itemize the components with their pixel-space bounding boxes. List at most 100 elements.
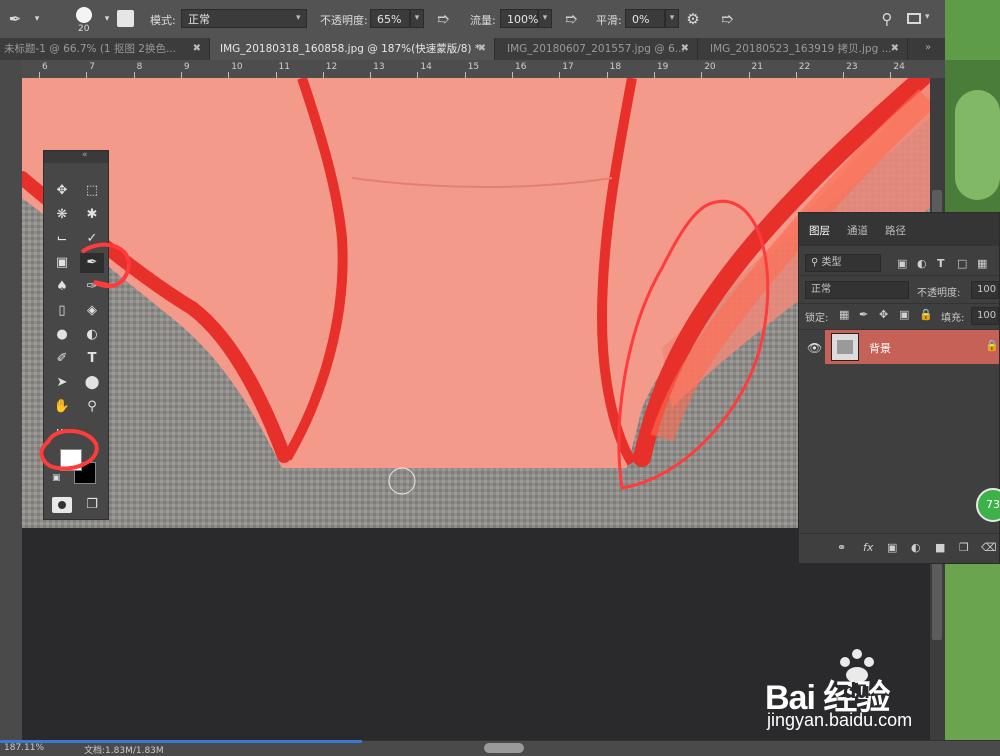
- ruler-tick-label: 19: [656, 62, 669, 72]
- ruler-tick-label: 7: [89, 62, 96, 72]
- smoothing-input[interactable]: 0%: [625, 9, 665, 28]
- tab-document-4[interactable]: IMG_20180523_163919 拷贝.jpg ... ✖: [698, 38, 908, 60]
- lock-all-icon[interactable]: 🔒: [919, 308, 933, 321]
- fill-input[interactable]: 100: [971, 307, 999, 325]
- airbrush-icon[interactable]: ➱: [560, 8, 582, 30]
- workspace-icon[interactable]: [907, 13, 921, 24]
- tab-label: IMG_20180607_201557.jpg @ 6...: [507, 43, 685, 55]
- link-layers-icon[interactable]: ⚭: [837, 541, 846, 554]
- tab-label: IMG_20180523_163919 拷贝.jpg ...: [710, 43, 892, 55]
- filter-type-label: 类型: [821, 257, 842, 268]
- notification-badge[interactable]: 73: [976, 488, 1000, 522]
- ruler-tick-label: 14: [420, 62, 432, 72]
- opacity-dropdown[interactable]: ▾: [410, 9, 424, 28]
- lock-transparent-icon[interactable]: ▦: [839, 308, 849, 321]
- progress-bar: [0, 740, 362, 743]
- tools-panel-header[interactable]: «: [44, 150, 108, 163]
- ruler-tick-label: 21: [751, 62, 763, 72]
- tab-label: IMG_20180318_160858.jpg @ 187%(快速蒙版/8) *: [220, 43, 481, 55]
- lock-icon: 🔒: [985, 339, 999, 352]
- folder-icon[interactable]: ■: [935, 541, 945, 554]
- ruler-tick-label: 18: [609, 62, 622, 72]
- shape-filter-icon[interactable]: □: [957, 257, 967, 270]
- screen-mode-icon[interactable]: ❐: [80, 495, 104, 515]
- quick-mask-button[interactable]: [52, 497, 72, 513]
- collapse-icon[interactable]: «: [82, 150, 88, 160]
- magic-wand-icon[interactable]: ✱: [80, 205, 104, 225]
- close-icon[interactable]: ✖: [478, 38, 486, 60]
- layer-opacity-input[interactable]: 100: [971, 281, 999, 299]
- lock-artboard-icon[interactable]: ▣: [899, 308, 909, 321]
- flow-input[interactable]: 100%: [500, 9, 538, 28]
- pixel-filter-icon[interactable]: ▣: [897, 257, 907, 270]
- brush-panel-toggle[interactable]: [117, 10, 134, 27]
- marquee-tool-icon[interactable]: ⬚: [80, 181, 104, 201]
- tab-paths[interactable]: 路径: [885, 223, 906, 238]
- annotation-overlay: [39, 242, 131, 471]
- zoom-level[interactable]: 187.11%: [4, 743, 44, 753]
- ruler-tick-label: 23: [846, 62, 858, 72]
- mode-select[interactable]: 正常: [181, 9, 307, 28]
- eye-icon[interactable]: 👁: [807, 341, 822, 355]
- lasso-tool-icon[interactable]: ❋: [50, 205, 74, 225]
- mode-chevron-icon: ▾: [296, 13, 301, 23]
- new-layer-icon[interactable]: ❐: [959, 541, 969, 554]
- tab-layers[interactable]: 图层: [809, 223, 830, 238]
- ruler-tick-label: 9: [183, 62, 190, 72]
- smart-object-filter-icon[interactable]: ▦: [977, 257, 987, 270]
- mode-label: 模式:: [150, 14, 176, 27]
- brush-dropdown-icon[interactable]: ▾: [96, 8, 118, 30]
- layer-row-background[interactable]: 背景 🔒: [825, 330, 999, 364]
- brush-tool-icon[interactable]: ✒: [4, 8, 26, 30]
- opacity-label: 不透明度:: [320, 14, 368, 27]
- pressure-opacity-icon[interactable]: ➱: [432, 8, 454, 30]
- close-icon[interactable]: ✖: [193, 38, 201, 60]
- smoothing-dropdown[interactable]: ▾: [665, 9, 679, 28]
- opacity-label: 不透明度:: [917, 288, 961, 299]
- preset-dropdown-icon[interactable]: ▾: [26, 8, 48, 30]
- brush-preview[interactable]: [76, 7, 92, 23]
- ruler-tick-label: 15: [467, 62, 480, 72]
- vertical-ruler: [0, 60, 22, 740]
- tab-active-document[interactable]: IMG_20180318_160858.jpg @ 187%(快速蒙版/8) *…: [210, 38, 495, 60]
- add-mask-icon[interactable]: ▣: [887, 541, 897, 554]
- lock-position-icon[interactable]: ✥: [879, 308, 888, 321]
- blend-mode-select[interactable]: 正常: [805, 281, 909, 299]
- adjustment-filter-icon[interactable]: ◐: [917, 257, 927, 270]
- type-filter-icon[interactable]: T: [937, 257, 945, 270]
- tab-channels[interactable]: 通道: [847, 223, 868, 238]
- layer-filter-row: ⚲ 类型 ▣ ◐ T □ ▦: [799, 245, 999, 276]
- workspace-chevron-icon[interactable]: ▾: [925, 12, 930, 22]
- brand-du: du: [843, 678, 870, 703]
- move-tool-icon[interactable]: ✥: [50, 181, 74, 201]
- close-icon[interactable]: ✖: [891, 38, 899, 60]
- lock-pixels-icon[interactable]: ✒: [859, 308, 868, 321]
- baidu-watermark: Bai 经验 du jingyan.baidu.com: [765, 648, 955, 738]
- tab-document-3[interactable]: IMG_20180607_201557.jpg @ 6... ✖: [495, 38, 698, 60]
- pressure-size-icon[interactable]: ➱: [716, 8, 738, 30]
- search-icon[interactable]: ⚲: [876, 8, 898, 30]
- canvas-image: [22, 78, 930, 528]
- flow-dropdown[interactable]: ▾: [538, 9, 552, 28]
- ruler-tick-label: 8: [136, 62, 143, 72]
- ruler-tick-label: 20: [704, 62, 716, 72]
- layer-name[interactable]: 背景: [869, 340, 891, 356]
- ruler-tick-label: 22: [798, 62, 811, 72]
- document-info[interactable]: 文档:1.83M/1.83M: [84, 743, 164, 756]
- flow-label: 流量:: [470, 14, 496, 27]
- tab-untitled[interactable]: 未标题-1 @ 66.7% (1 抠图 2换色... ✖: [0, 38, 210, 60]
- trash-icon[interactable]: ⌫: [981, 541, 997, 554]
- close-icon[interactable]: ✖: [681, 38, 689, 60]
- document-canvas[interactable]: [22, 78, 930, 528]
- fx-icon[interactable]: fx: [863, 541, 873, 554]
- adjustment-layer-icon[interactable]: ◐: [911, 541, 921, 554]
- watermark-url: jingyan.baidu.com: [767, 710, 913, 730]
- search-icon: ⚲: [811, 257, 822, 268]
- gear-icon[interactable]: ⚙: [682, 8, 704, 30]
- smoothing-label: 平滑:: [596, 14, 622, 27]
- layer-filter-select[interactable]: ⚲ 类型: [805, 254, 881, 272]
- tab-label: 未标题-1 @ 66.7% (1 抠图 2换色...: [4, 43, 176, 55]
- document-tab-bar: 未标题-1 @ 66.7% (1 抠图 2换色... ✖ IMG_20180318…: [0, 38, 945, 60]
- tab-overflow-icon[interactable]: »: [925, 42, 931, 53]
- opacity-input[interactable]: 65%: [370, 9, 410, 28]
